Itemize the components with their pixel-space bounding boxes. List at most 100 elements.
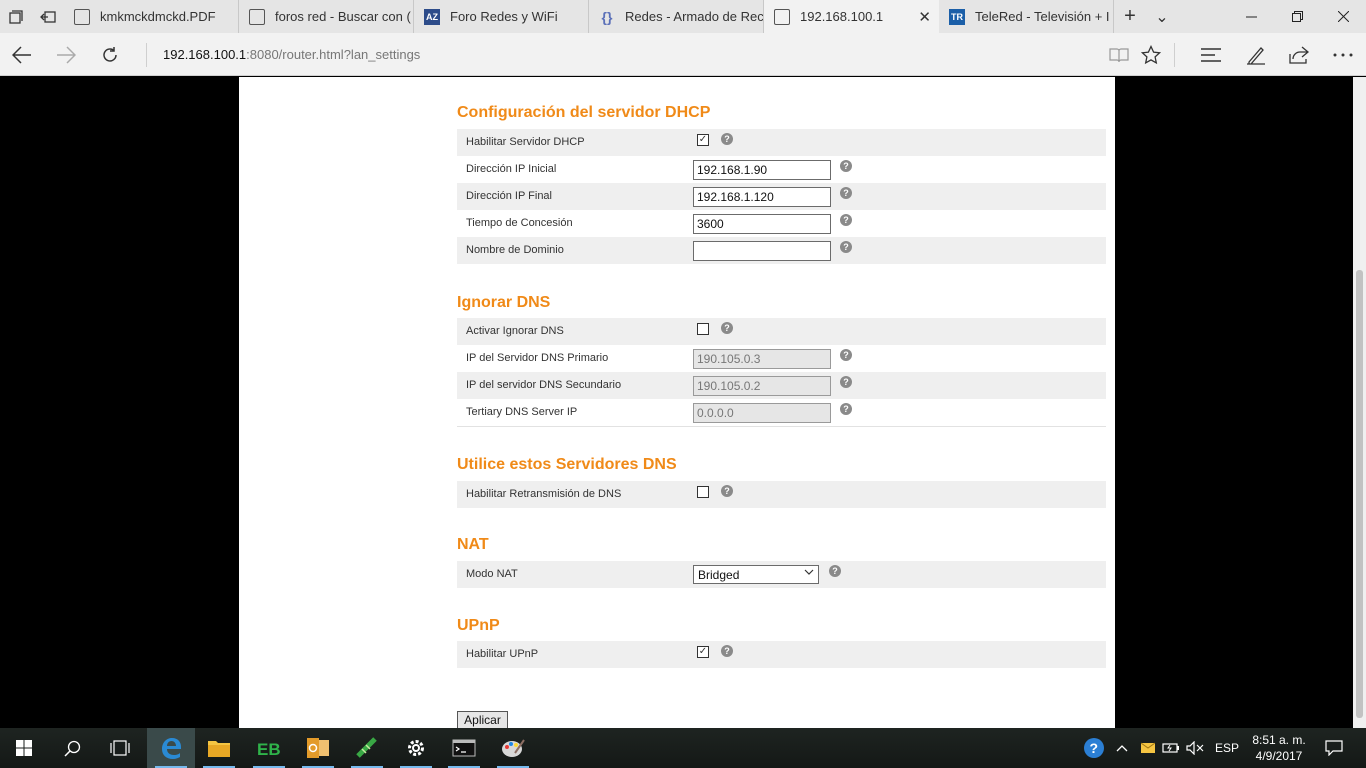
dns-secondary-label: IP del servidor DNS Secundario bbox=[466, 379, 622, 391]
volume-muted-icon[interactable] bbox=[1186, 728, 1204, 768]
help-icon[interactable]: ? bbox=[840, 160, 852, 172]
upnp-section-title: UPnP bbox=[457, 617, 500, 634]
hub-icon[interactable] bbox=[1195, 39, 1227, 71]
dns-primary-label: IP del Servidor DNS Primario bbox=[466, 352, 609, 364]
battery-plug-icon[interactable] bbox=[1162, 728, 1180, 768]
search-doc-icon bbox=[249, 8, 265, 25]
favorite-star-icon[interactable] bbox=[1135, 39, 1167, 71]
tr-icon: TR bbox=[949, 8, 965, 25]
edge-browser-icon[interactable] bbox=[147, 728, 195, 768]
dns-override-section-title: Ignorar DNS bbox=[457, 294, 551, 311]
tab-pdf[interactable]: kmkmckdmckd.PDF bbox=[64, 0, 239, 33]
upnp-enable-checkbox[interactable]: ✓ bbox=[697, 646, 709, 658]
back-arrow-icon[interactable] bbox=[6, 39, 38, 71]
dhcp-enable-checkbox[interactable]: ✓ bbox=[697, 134, 709, 146]
tab-strip: kmkmckdmckd.PDF foros red - Buscar con (… bbox=[0, 0, 1366, 33]
reading-view-icon[interactable] bbox=[1103, 39, 1135, 71]
set-tabs-aside-icon[interactable] bbox=[32, 0, 64, 33]
task-view-icon[interactable] bbox=[96, 728, 144, 768]
search-icon[interactable] bbox=[48, 728, 96, 768]
dns-override-enable-label: Activar Ignorar DNS bbox=[466, 325, 564, 337]
dhcp-end-ip-input[interactable]: 192.168.1.120 bbox=[693, 187, 831, 207]
help-icon[interactable]: ? bbox=[840, 349, 852, 361]
url-field[interactable]: 192.168.100.1:8080/router.html?lan_setti… bbox=[163, 47, 420, 62]
dhcp-domain-row: Nombre de Dominio ? bbox=[457, 237, 1106, 264]
address-bar-row: 192.168.100.1:8080/router.html?lan_setti… bbox=[0, 33, 1366, 76]
scrollbar-thumb[interactable] bbox=[1356, 270, 1363, 718]
help-icon[interactable]: ? bbox=[721, 645, 733, 657]
refresh-icon[interactable] bbox=[94, 39, 126, 71]
system-clock[interactable]: 8:51 a. m. 4/9/2017 bbox=[1244, 732, 1314, 764]
tab-title: TeleRed - Televisión + I bbox=[975, 9, 1110, 24]
svg-text:EB: EB bbox=[257, 740, 281, 759]
language-indicator[interactable]: ESP bbox=[1215, 728, 1239, 768]
help-icon[interactable]: ? bbox=[840, 187, 852, 199]
tab-router-active[interactable]: 192.168.100.1 ✕ bbox=[764, 0, 939, 33]
dns-primary-row: IP del Servidor DNS Primario 190.105.0.3… bbox=[457, 345, 1106, 372]
file-explorer-icon[interactable] bbox=[195, 728, 243, 768]
url-path: :8080/router.html?lan_settings bbox=[246, 47, 421, 62]
page-scrollbar[interactable] bbox=[1353, 77, 1366, 728]
url-host: 192.168.100.1 bbox=[163, 47, 247, 62]
dhcp-start-ip-row: Dirección IP Inicial 192.168.1.90 ? bbox=[457, 156, 1106, 183]
help-icon[interactable]: ? bbox=[840, 403, 852, 415]
dns-relay-section-title: Utilice estos Servidores DNS bbox=[457, 456, 677, 473]
tab-list-chevron-icon[interactable]: ⌄ bbox=[1146, 0, 1178, 33]
help-tray-icon[interactable]: ? bbox=[1083, 728, 1105, 768]
tab-title: 192.168.100.1 bbox=[800, 9, 884, 24]
web-note-pen-icon[interactable] bbox=[1240, 39, 1272, 71]
dhcp-end-ip-row: Dirección IP Final 192.168.1.120 ? bbox=[457, 183, 1106, 210]
az-icon: AZ bbox=[424, 8, 440, 25]
new-tab-icon[interactable]: + bbox=[1114, 0, 1146, 33]
help-icon[interactable]: ? bbox=[840, 376, 852, 388]
help-icon[interactable]: ? bbox=[840, 241, 852, 253]
help-icon[interactable]: ? bbox=[721, 322, 733, 334]
help-icon[interactable]: ? bbox=[721, 133, 733, 145]
network-tool-icon[interactable] bbox=[343, 728, 391, 768]
doc-icon bbox=[774, 8, 790, 25]
close-tab-icon[interactable]: ✕ bbox=[914, 8, 931, 26]
settings-gear-icon[interactable] bbox=[392, 728, 440, 768]
eb-app-icon[interactable]: EB bbox=[245, 728, 293, 768]
command-prompt-icon[interactable] bbox=[440, 728, 488, 768]
dhcp-domain-input[interactable] bbox=[693, 241, 831, 261]
close-window-icon[interactable] bbox=[1320, 0, 1366, 33]
dhcp-start-ip-label: Dirección IP Inicial bbox=[466, 163, 557, 175]
notification-envelope-icon[interactable] bbox=[1141, 728, 1155, 768]
help-icon[interactable]: ? bbox=[829, 565, 841, 577]
tab-title: Foro Redes y WiFi bbox=[450, 9, 558, 24]
dns-secondary-input[interactable]: 190.105.0.2 bbox=[693, 376, 831, 396]
help-icon[interactable]: ? bbox=[840, 214, 852, 226]
windows-start-icon[interactable] bbox=[0, 728, 48, 768]
router-settings-page: Configuración del servidor DHCP Habilita… bbox=[239, 77, 1115, 728]
dns-relay-enable-checkbox[interactable] bbox=[697, 486, 709, 498]
dns-primary-input[interactable]: 190.105.0.3 bbox=[693, 349, 831, 369]
tab-manager-icon[interactable] bbox=[0, 0, 32, 33]
help-icon[interactable]: ? bbox=[721, 485, 733, 497]
dns-override-enable-checkbox[interactable] bbox=[697, 323, 709, 335]
forward-arrow-icon[interactable] bbox=[50, 39, 82, 71]
upnp-enable-row: Habilitar UPnP ✓ ? bbox=[457, 641, 1106, 668]
more-menu-icon[interactable] bbox=[1327, 39, 1359, 71]
action-center-icon[interactable] bbox=[1325, 728, 1343, 768]
dhcp-lease-input[interactable]: 3600 bbox=[693, 214, 831, 234]
outlook-mail-icon[interactable] bbox=[294, 728, 342, 768]
upnp-enable-label: Habilitar UPnP bbox=[466, 648, 539, 660]
separator bbox=[1174, 43, 1175, 67]
nat-mode-select[interactable]: Bridged bbox=[693, 565, 819, 584]
tab-foro[interactable]: AZ Foro Redes y WiFi bbox=[414, 0, 589, 33]
tab-telered[interactable]: TR TeleRed - Televisión + I bbox=[939, 0, 1114, 33]
chevron-up-icon[interactable] bbox=[1116, 728, 1128, 768]
nat-mode-value: Bridged bbox=[698, 568, 740, 582]
minimize-icon[interactable] bbox=[1228, 0, 1274, 33]
svg-text:?: ? bbox=[1090, 740, 1099, 756]
tab-redes[interactable]: {} Redes - Armado de Rec bbox=[589, 0, 764, 33]
apply-button[interactable]: Aplicar bbox=[457, 711, 508, 728]
share-icon[interactable] bbox=[1283, 39, 1315, 71]
tab-search[interactable]: foros red - Buscar con ( bbox=[239, 0, 414, 33]
dhcp-domain-label: Nombre de Dominio bbox=[466, 244, 564, 256]
restore-icon[interactable] bbox=[1274, 0, 1320, 33]
paint-icon[interactable] bbox=[489, 728, 537, 768]
dhcp-start-ip-input[interactable]: 192.168.1.90 bbox=[693, 160, 831, 180]
dns-tertiary-input[interactable]: 0.0.0.0 bbox=[693, 403, 831, 423]
